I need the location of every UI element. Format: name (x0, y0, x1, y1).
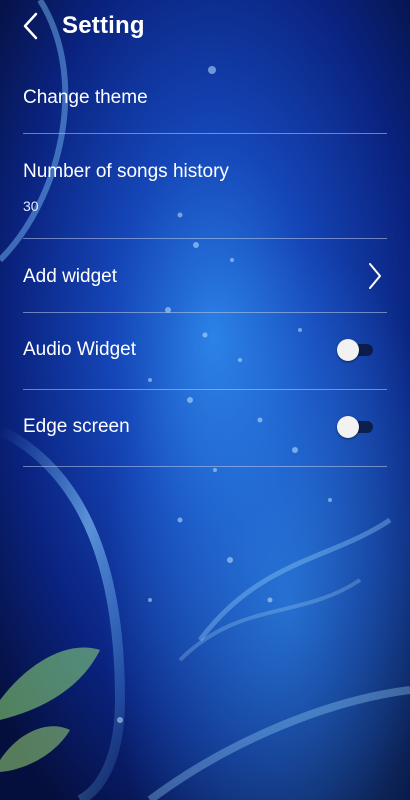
back-button[interactable] (18, 10, 48, 42)
page-title: Setting (62, 12, 145, 39)
edge-screen-label: Edge screen (23, 416, 130, 437)
toggle-knob (337, 339, 359, 361)
songs-history-value: 30 (23, 198, 39, 214)
settings-item-change-theme[interactable]: Change theme (23, 64, 387, 134)
change-theme-label: Change theme (23, 87, 148, 108)
settings-item-add-widget[interactable]: Add widget (23, 239, 387, 313)
chevron-right-icon (369, 263, 381, 289)
settings-item-audio-widget[interactable]: Audio Widget (23, 313, 387, 390)
edge-screen-toggle[interactable] (337, 416, 375, 438)
songs-history-label: Number of songs history (23, 161, 229, 182)
audio-widget-toggle[interactable] (337, 339, 375, 361)
app-header: Setting (0, 0, 410, 52)
toggle-knob (337, 416, 359, 438)
settings-item-songs-history[interactable]: Number of songs history 30 (23, 134, 387, 239)
settings-screen: Setting Change theme Number of songs his… (0, 0, 410, 800)
chevron-left-icon (23, 12, 38, 40)
add-widget-label: Add widget (23, 266, 118, 287)
audio-widget-label: Audio Widget (23, 339, 137, 360)
settings-item-edge-screen[interactable]: Edge screen (23, 390, 387, 467)
